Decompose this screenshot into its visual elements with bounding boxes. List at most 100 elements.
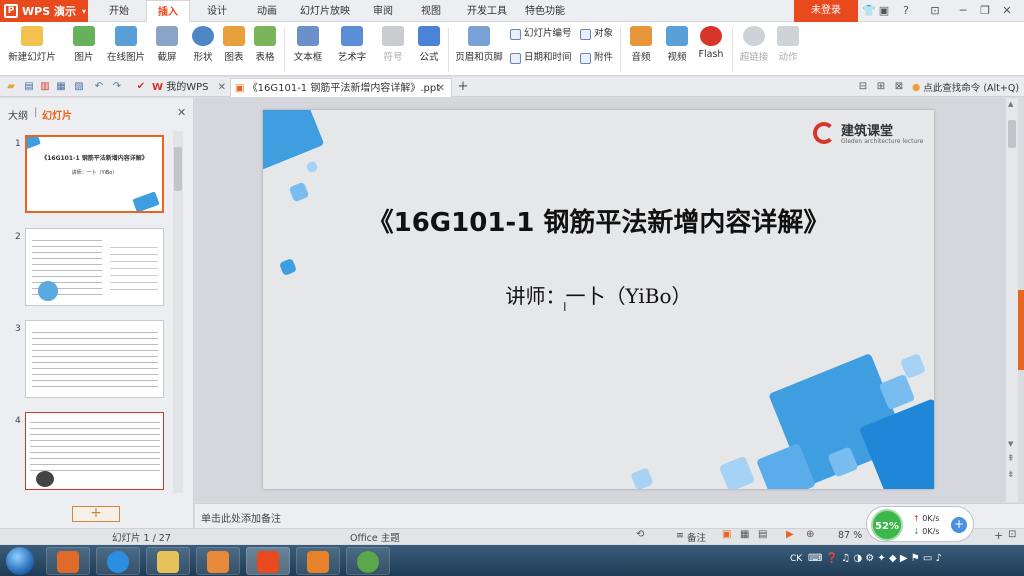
tab-developer[interactable]: 开发工具 [460,0,514,22]
close-panel-icon[interactable]: ✕ [177,106,186,119]
tab-document[interactable]: ▣ 《16G101-1 钢筋平法新增内容详解》.ppt ✕ [230,78,452,97]
new-tab-icon[interactable]: + [456,80,470,94]
input-language[interactable]: CK [790,554,802,564]
screenshot-button[interactable]: 截屏 [150,24,184,74]
slide-canvas[interactable]: 建筑课堂 Gleden architecture lecture 《16G101… [263,110,934,489]
audio-button[interactable]: 音频 [624,24,658,74]
minimize-icon[interactable]: ─ [956,3,970,19]
formula-button[interactable]: 公式 [414,24,444,74]
next-slide-icon[interactable]: ⇟ [1007,470,1015,480]
save-icon[interactable]: ▤ [22,80,36,94]
tab-slideshow[interactable]: 幻灯片放映 [294,0,356,22]
open-icon[interactable]: ▰ [4,80,18,94]
taskbar-app-player[interactable] [196,547,240,575]
date-time-button[interactable]: 日期和时间 [510,50,572,66]
taskbar-app-ie[interactable] [96,547,140,575]
undo-icon[interactable]: ↶ [92,80,106,94]
new-slide-button[interactable]: 新建幻灯片 [6,24,58,74]
art-text-button[interactable]: 艺术字 [332,24,372,74]
help-icon[interactable]: ? [898,3,914,19]
restore-icon[interactable]: ⊡ [928,3,942,19]
scroll-thumb[interactable] [174,147,182,191]
symbol-button[interactable]: 符号 [378,24,408,74]
zoom-in-icon[interactable]: + [994,529,1003,542]
slide-thumbnail-1[interactable]: 《16G101-1 钢筋平法新增内容详解》 讲师：一卜（YiBo） [25,135,164,213]
header-footer-button[interactable]: 页眉和页脚 [452,24,506,74]
tab-animation[interactable]: 动画 [248,0,286,22]
picture-button[interactable]: 图片 [66,24,102,74]
attachment-button[interactable]: 附件 [580,50,613,66]
scroll-thumb[interactable] [1008,120,1016,148]
boost-plus-icon[interactable]: + [951,517,967,533]
scroll-up-icon[interactable]: ▲ [1008,100,1013,108]
video-button[interactable]: 视频 [660,24,694,74]
maximize-icon[interactable]: ❐ [978,3,992,19]
sync-icon[interactable]: ⊞ [874,80,888,94]
tray-icons[interactable]: ⌨ ❓ ♫ ◑ ⚙ ✦ ◆ ▶ ⚑ ▭ ♪ [808,553,942,564]
pdf-icon[interactable]: ▥ [38,80,52,94]
tab-design[interactable]: 设计 [198,0,236,22]
normal-view-icon[interactable]: ▣ [722,529,731,540]
tab-slides[interactable]: 幻灯片 [42,107,72,122]
slide-subtitle[interactable]: 讲师：一卜（YiBo） [263,280,934,309]
prev-slide-icon[interactable]: ⇞ [1007,454,1015,464]
thumbnail-scrollbar[interactable] [173,131,183,493]
tab-home[interactable]: 开始 [100,0,138,22]
canvas-scrollbar[interactable]: ▲ ▼ ⇞ ⇟ [1006,98,1018,502]
start-button[interactable] [6,547,34,575]
wps-logo-icon: P [4,4,18,18]
flash-button[interactable]: Flash [696,24,726,74]
fit-icon[interactable]: ⊡ [1008,529,1016,540]
table-button[interactable]: 表格 [250,24,280,74]
close-icon[interactable]: ✕ [1000,3,1014,19]
object-button[interactable]: 对象 [580,26,613,42]
slideshow-icon[interactable]: ▶ [786,529,794,540]
memory-usage: 52% [871,509,903,541]
textbox-button[interactable]: 文本框 [288,24,328,74]
slide-number-button[interactable]: 幻灯片编号 [510,26,572,42]
skin-icon[interactable]: 👕 [862,3,876,19]
tab-view[interactable]: 视图 [412,0,450,22]
side-toggle-tab[interactable] [1018,290,1024,370]
slide-thumbnail-2[interactable] [25,228,164,306]
online-picture-button[interactable]: 在线图片 [106,24,146,74]
share-icon[interactable]: ▣ [878,3,890,19]
scroll-down-icon[interactable]: ▼ [1008,440,1013,448]
customize-icon[interactable]: ✔ [134,80,148,94]
tab-features[interactable]: 特色功能 [520,0,570,22]
taskbar-app-media[interactable] [46,547,90,575]
tab-outline[interactable]: 大纲 [8,107,28,122]
lock-icon[interactable]: ⊟ [856,80,870,94]
tab-my-wps[interactable]: W 我的WPS ✕ [148,78,232,97]
slide-thumbnail-3[interactable] [25,320,164,398]
taskbar-app-browser[interactable] [346,547,390,575]
redo-icon[interactable]: ↷ [110,80,124,94]
app-menu-button[interactable]: P WPS 演示 ▾ [0,0,88,22]
close-tab-icon[interactable]: ✕ [218,78,226,97]
slide-title[interactable]: 《16G101-1 钢筋平法新增内容详解》 [263,202,934,239]
command-search[interactable]: ● 点此查找命令 (Alt+Q) [912,80,1019,95]
tab-insert[interactable]: 插入 [146,0,190,23]
shape-button[interactable]: 形状 [186,24,220,74]
hyperlink-button[interactable]: 超链接 [736,24,772,74]
add-slide-button[interactable]: + [72,506,120,522]
slide-thumbnail-4[interactable] [25,412,164,490]
preview-icon[interactable]: ▧ [72,80,86,94]
close-tab-icon[interactable]: ✕ [437,79,445,98]
chart-button[interactable]: 图表 [220,24,248,74]
format-icon[interactable]: ⊠ [892,80,906,94]
taskbar-app-wps[interactable] [246,547,290,575]
backup-icon[interactable]: ⟲ [636,529,644,540]
zoom-icon[interactable]: ⊕ [806,529,814,540]
reading-view-icon[interactable]: ▤ [758,529,767,540]
taskbar-app-explorer[interactable] [146,547,190,575]
notes-toggle[interactable]: ≡ 备注 [676,530,706,544]
slide-number-icon [510,28,521,40]
tab-review[interactable]: 审阅 [364,0,402,22]
network-speed-widget[interactable]: 52% ↑ 0K/s ↓ 0K/s + [866,506,974,542]
taskbar-app-pdf[interactable] [296,547,340,575]
print-icon[interactable]: ▦ [54,80,68,94]
login-button[interactable]: 未登录 [794,0,858,22]
sorter-view-icon[interactable]: ▦ [740,529,749,540]
action-button[interactable]: 动作 [774,24,802,74]
